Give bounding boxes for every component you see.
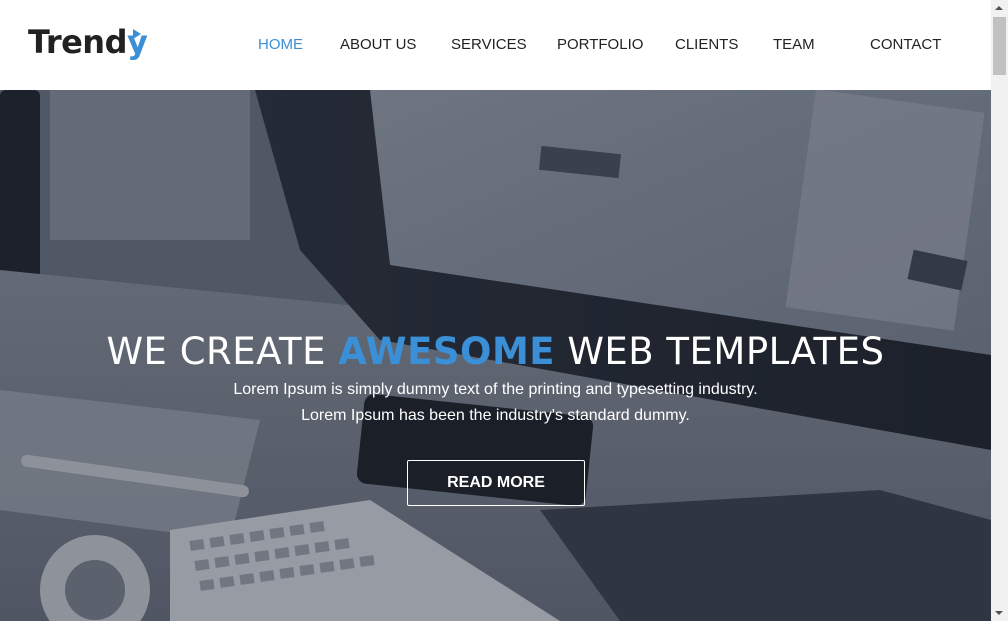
scrollbar-thumb[interactable] (993, 17, 1006, 75)
hero-section: WE CREATE AWESOME WEB TEMPLATES Lorem Ip… (0, 90, 991, 621)
hero-description-line-1: Lorem Ipsum is simply dummy text of the … (233, 381, 758, 398)
caret-down-icon[interactable] (991, 604, 1008, 621)
nav-contact[interactable]: CONTACT (870, 35, 941, 55)
logo-arrow-icon (133, 29, 141, 39)
hero-title: WE CREATE AWESOME WEB TEMPLATES (0, 329, 991, 375)
hero-title-before: WE CREATE (106, 329, 339, 373)
site-header: Trendy HOME ABOUT US SERVICES PORTFOLIO … (0, 0, 991, 90)
logo-text: Trend (28, 23, 127, 61)
content: Trendy HOME ABOUT US SERVICES PORTFOLIO … (0, 0, 991, 621)
hero-description-line-2: Lorem Ipsum has been the industry's stan… (301, 407, 690, 424)
hero-title-highlight: AWESOME (338, 329, 556, 373)
page: Trendy HOME ABOUT US SERVICES PORTFOLIO … (0, 0, 1008, 621)
nav-portfolio[interactable]: PORTFOLIO (557, 35, 643, 55)
nav-team[interactable]: TEAM (773, 35, 815, 55)
nav-services[interactable]: SERVICES (451, 35, 527, 55)
caret-up-icon[interactable] (991, 0, 1008, 17)
nav-clients[interactable]: CLIENTS (675, 35, 738, 55)
hero-title-after: WEB TEMPLATES (555, 329, 885, 373)
nav-home[interactable]: HOME (258, 35, 303, 55)
logo[interactable]: Trendy (28, 22, 148, 62)
nav-about-us[interactable]: ABOUT US (340, 35, 416, 55)
vertical-scrollbar[interactable] (991, 0, 1008, 621)
read-more-button[interactable]: READ MORE (407, 460, 585, 506)
